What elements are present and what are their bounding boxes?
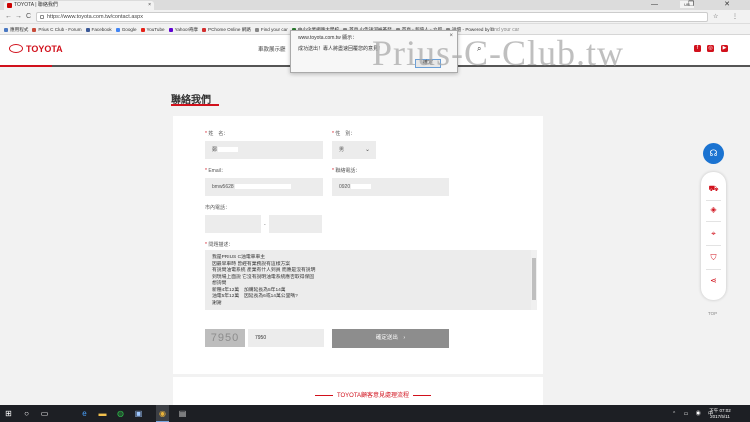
bookmark-star-icon[interactable]: ☆ ⋮: [713, 13, 744, 20]
header-red-accent: [0, 65, 52, 67]
textarea-scrollbar[interactable]: [531, 250, 537, 310]
window-controls[interactable]: — ❐ ✕: [651, 0, 744, 10]
bookmark-item[interactable]: Prius C Club - Forum: [32, 24, 82, 34]
edge-icon[interactable]: e: [80, 409, 89, 418]
message-label: * 問題描述：: [205, 242, 234, 248]
tab-title: TOYOTA | 聯絡我們: [14, 2, 58, 8]
url-text: https://www.toyota.com.tw/contact.aspx: [47, 14, 143, 20]
captcha-input[interactable]: 7950: [248, 329, 324, 347]
dealer-icon[interactable]: ⛉: [708, 252, 719, 263]
phone-label: * 聯絡電話：: [332, 168, 361, 174]
windows-taskbar: ⌃ ▭ ◉ 中 下午 07:02 2017/5/11 ⊞ ○ ▭ e ▬ ◍ ▣ ◉ ▤: [0, 405, 750, 422]
share-icon[interactable]: ⋖: [708, 275, 719, 286]
landline-area-input[interactable]: [205, 215, 261, 233]
address-bar-row: ← → C https://www.toyota.com.tw/contact.…: [0, 10, 750, 24]
nav-showroom[interactable]: 車款展示廳: [258, 45, 286, 53]
bookmark-favicon-icon: [202, 27, 207, 32]
instagram-icon[interactable]: ◎: [707, 45, 714, 52]
landline-label: 市內電話：: [205, 205, 231, 211]
tab-close-icon[interactable]: ×: [148, 1, 151, 10]
toyota-favicon-icon: [7, 3, 12, 8]
email-label: * Email：: [205, 168, 226, 174]
store-icon[interactable]: ▣: [134, 409, 143, 418]
captcha-image: 7950: [205, 329, 245, 347]
bookmark-favicon-icon: [85, 27, 90, 32]
process-section-title: TOYOTA顧客意見處理流程: [208, 390, 538, 399]
bookmark-item[interactable]: Facebook: [85, 24, 112, 34]
facebook-icon[interactable]: f: [694, 45, 701, 52]
page-title-underline: [171, 104, 219, 106]
name-label: * 姓 名：: [205, 131, 229, 137]
car-icon[interactable]: ⛟: [708, 183, 719, 194]
sidebar-divider: [706, 245, 721, 246]
bookmark-item[interactable]: YouTube: [140, 24, 165, 34]
sidebar-divider: [706, 269, 721, 270]
forward-icon[interactable]: →: [15, 12, 22, 22]
gender-select[interactable]: 男 ⌄: [332, 141, 376, 159]
quick-links-sidebar: ⛟ ◈ ⌖ ⛉ ⋖: [701, 172, 726, 300]
back-to-top-label[interactable]: TOP: [708, 311, 717, 316]
toyota-logo[interactable]: TOYOTA: [9, 44, 63, 54]
customer-support-icon[interactable]: ☊: [703, 143, 724, 164]
landline-separator: -: [264, 222, 266, 228]
bookmark-item[interactable]: 應用程式: [4, 24, 28, 34]
reload-icon[interactable]: C: [26, 12, 31, 22]
bookmark-favicon-icon: [168, 27, 173, 32]
landline-number-input[interactable]: [269, 215, 322, 233]
chevron-right-icon: ›: [403, 335, 406, 341]
bookmark-favicon-icon: [254, 27, 259, 32]
sidebar-divider: [706, 221, 721, 222]
message-textarea[interactable]: 我是PRIUS C油電車車主 因最早車時 曾經有業務說有這樣方案 有說問油電系統 產…: [205, 250, 537, 310]
price-tag-icon[interactable]: ◈: [708, 204, 719, 215]
watermark-text: Prius-C-Club.tw: [372, 33, 625, 73]
chrome-icon[interactable]: ◉: [158, 409, 167, 418]
file-explorer-icon[interactable]: ▬: [98, 409, 107, 418]
submit-button[interactable]: 確定送出 ›: [332, 329, 449, 348]
bookmark-favicon-icon: [140, 27, 145, 32]
dialog-message: 成功送出！專人將盡速回覆您的意見！: [298, 46, 384, 52]
task-view-icon[interactable]: ▭: [40, 409, 49, 418]
dialog-title: www.toyota.com.tw 顯示：: [298, 35, 358, 41]
message-line: 謝謝: [212, 300, 222, 306]
windows-start-icon[interactable]: ⊞: [4, 409, 13, 418]
sidebar-divider: [706, 200, 721, 201]
lock-icon: [40, 15, 44, 19]
scrollbar-thumb[interactable]: [532, 258, 536, 300]
youtube-icon[interactable]: ▶: [721, 45, 728, 52]
phone-field[interactable]: 0920: [332, 178, 449, 196]
bookmark-item[interactable]: PChome Online 網路: [202, 24, 251, 34]
bookmark-favicon-icon: [32, 27, 37, 32]
bookmark-favicon-icon: [4, 27, 8, 32]
email-field[interactable]: bmw5628: [205, 178, 323, 196]
bookmark-favicon-icon: [115, 27, 120, 32]
bookmark-item[interactable]: Find your car: [254, 24, 288, 34]
back-icon[interactable]: ←: [5, 12, 12, 22]
line-app-icon[interactable]: ◍: [116, 409, 125, 418]
search-icon[interactable]: ○: [22, 409, 31, 418]
taskbar-clock[interactable]: 下午 07:02 2017/5/11: [700, 408, 740, 419]
location-icon[interactable]: ⌖: [708, 228, 719, 239]
bookmark-item[interactable]: Google: [115, 24, 137, 34]
bookmark-item[interactable]: Yahoo!奇摩: [168, 24, 198, 34]
chevron-down-icon: ⌄: [364, 147, 370, 153]
browser-title-bar: TOYOTA | 聯絡我們 × UR — ❐ ✕: [0, 0, 750, 10]
toyota-emblem-icon: [9, 44, 23, 53]
name-input[interactable]: 鄭: [205, 141, 323, 159]
browser-tab[interactable]: TOYOTA | 聯絡我們 ×: [4, 1, 154, 10]
url-input[interactable]: https://www.toyota.com.tw/contact.aspx: [36, 12, 708, 22]
notepad-icon[interactable]: ▤: [178, 409, 187, 418]
gender-label: * 性 別：: [332, 131, 356, 137]
